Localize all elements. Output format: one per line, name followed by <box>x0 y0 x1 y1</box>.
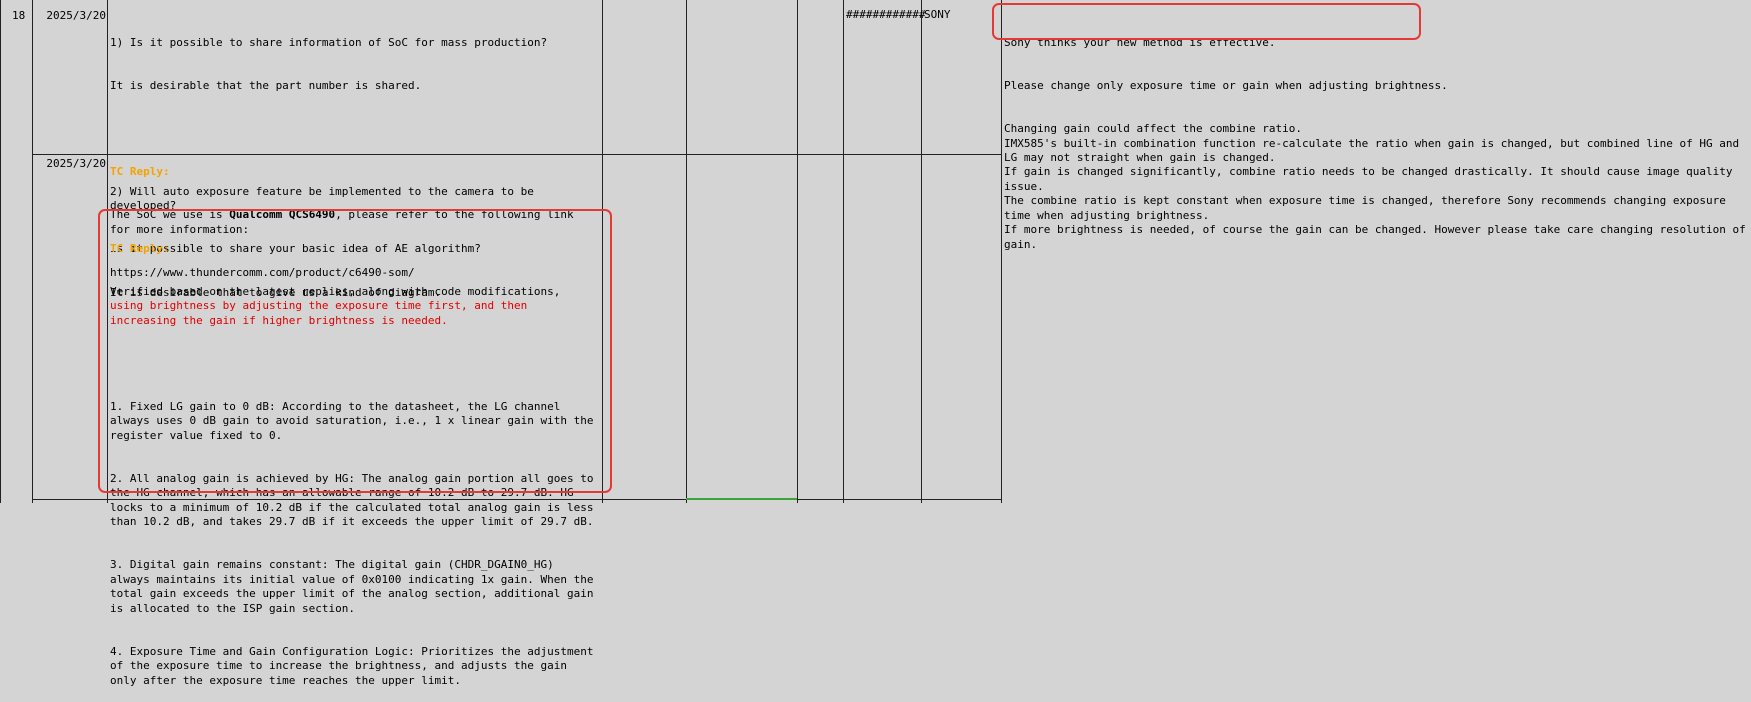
entry-1-date: 2025/3/20 <box>46 9 106 22</box>
sony-reply[interactable]: Sony thinks your new method is effective… <box>1004 7 1749 266</box>
vendor-cell: SONY <box>924 8 951 21</box>
entry-1-question-line-2: It is desirable that the part number is … <box>110 79 422 93</box>
hash-cell: ############ <box>846 8 926 21</box>
sony-highlight-box <box>992 3 1421 40</box>
entry-2-point-4: 4. Exposure Time and Gain Configuration … <box>110 644 601 687</box>
sony-reply-body: Changing gain could affect the combine r… <box>1004 122 1746 251</box>
entry-2-point-3: 3. Digital gain remains constant: The di… <box>110 558 601 615</box>
sony-highlight-line-2: Please change only exposure time or gain… <box>1004 79 1448 93</box>
row-number: 18 <box>12 9 26 22</box>
entry-1-question-line-1: 1) Is it possible to share information o… <box>110 35 548 49</box>
entry-2-highlight-box <box>98 209 612 493</box>
entry-2-date: 2025/3/20 <box>46 157 106 170</box>
